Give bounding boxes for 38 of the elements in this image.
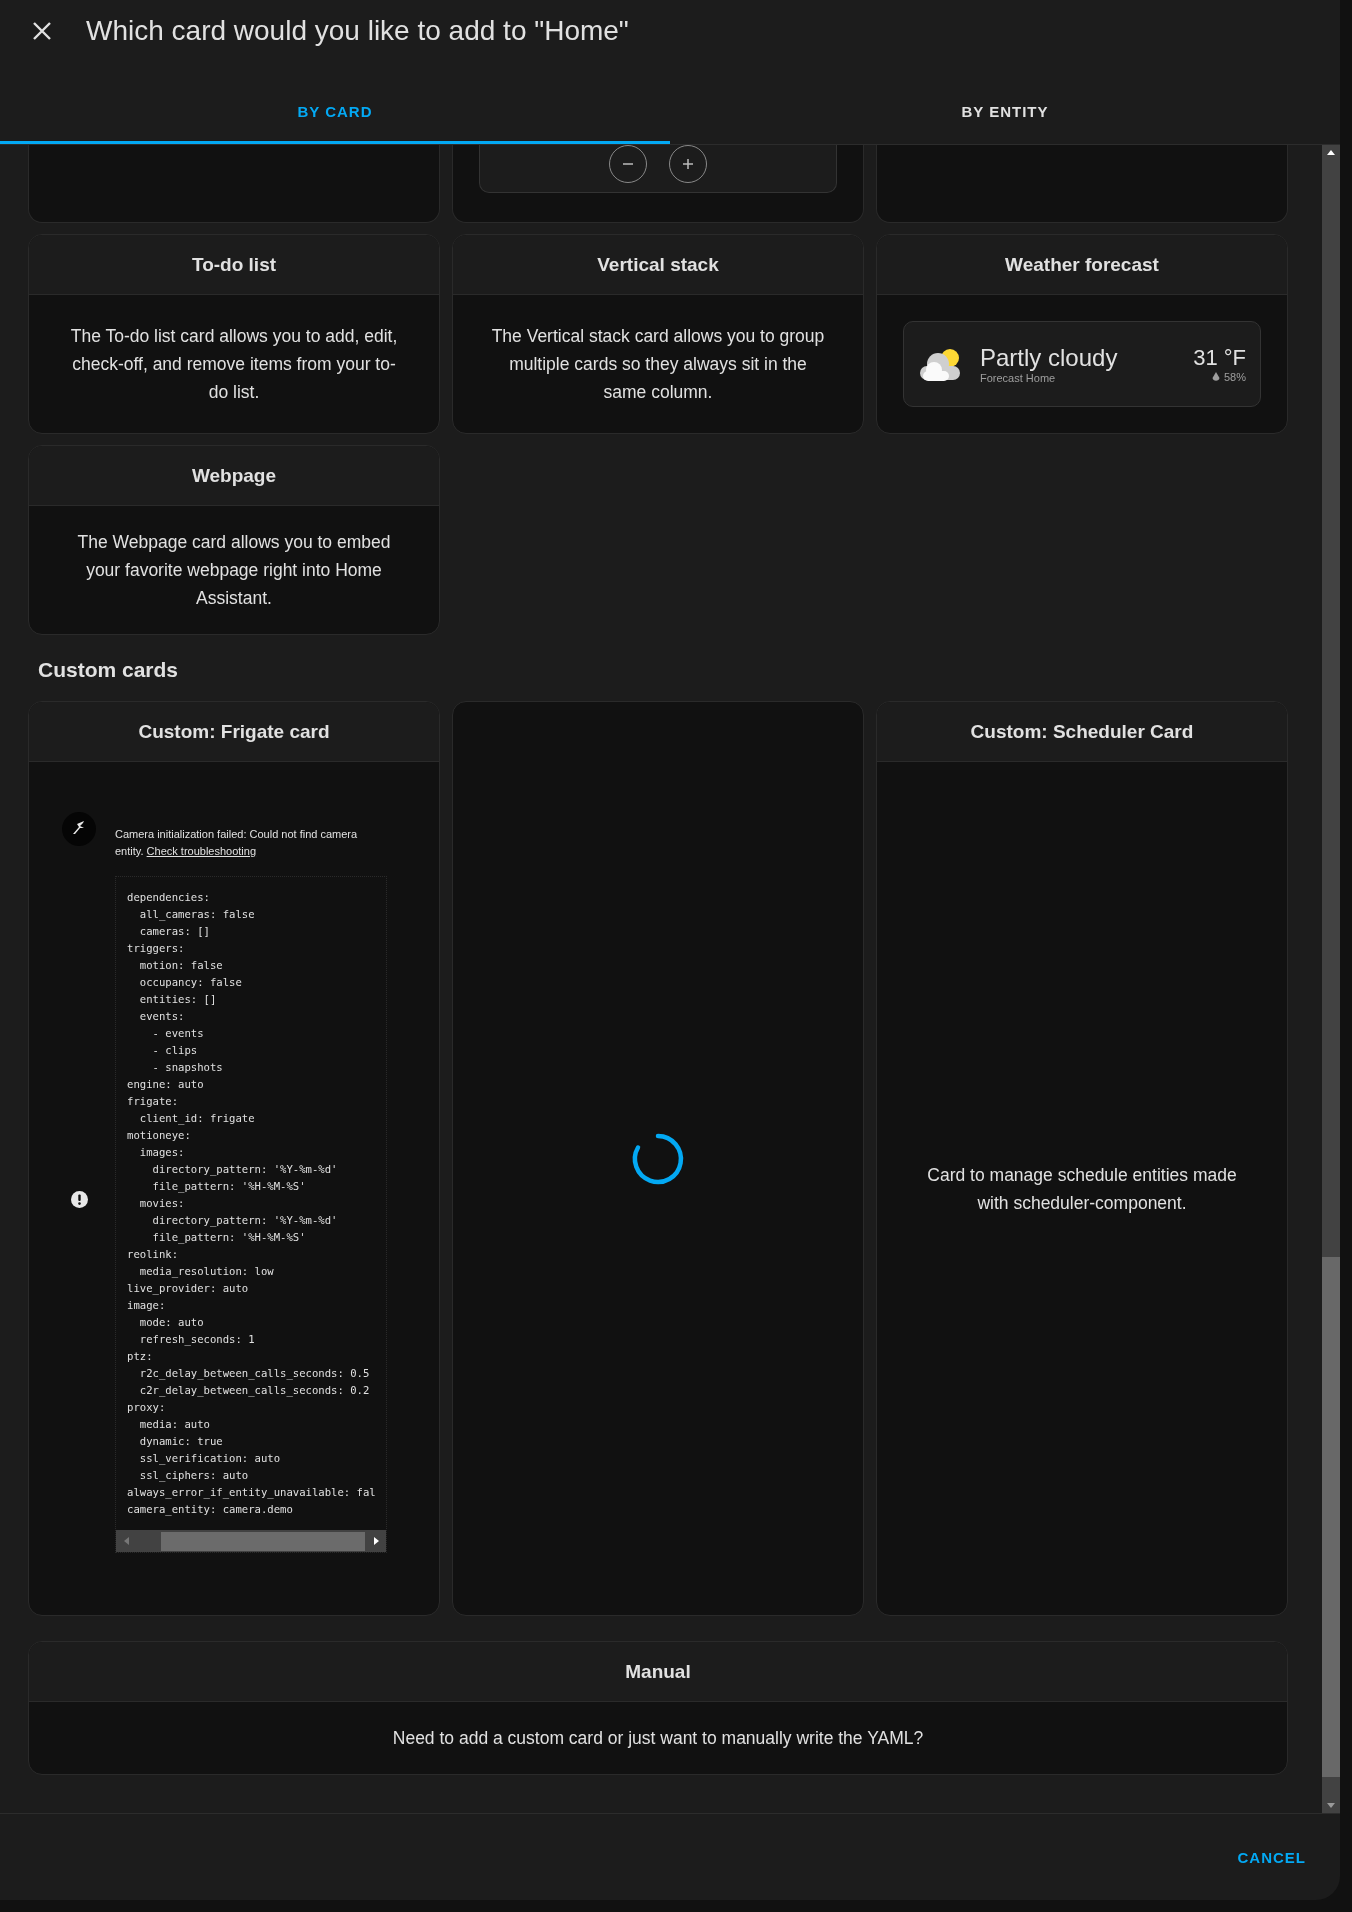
card-option[interactable]: To-do list The To-do list card allows you to add, edit, check-off, and remove items from your to-do list. [28,234,440,434]
weather-condition: Partly cloudy [980,344,1119,372]
card-title: Webpage [29,446,439,506]
card-title: Manual [29,1642,1287,1702]
card-option[interactable]: Vertical stack The Vertical stack card allows you to group multiple cards so they always sit in the same column. [452,234,864,434]
section-heading: Custom cards [38,658,180,682]
card-description: The To-do list card allows you to add, edit, check-off, and remove items from your to-do list. [69,325,399,404]
card-title: Custom: Scheduler Card [877,702,1287,762]
droplet-icon [1211,371,1220,383]
card-description: Need to add a custom card or just want to manually write the YAML? [391,1727,925,1750]
card-option[interactable]: Custom: Scheduler Card Card to manage schedule entities made with scheduler-component. [876,701,1288,1616]
card-title: Weather forecast [877,235,1287,295]
troubleshooting-link[interactable]: Check troubleshooting [146,845,257,857]
config-code: dependencies: all_cameras: false cameras: [] triggers: motion: false occupancy: false entities: [] events: - events - clips - snapshots engine: auto frigate: client_id: frigate motioneye: images: directory_pattern: '%Y-%m-%d' file_pattern: '%H-%M-%S' movies: directory_pattern: '%Y-%m-%d' file_pattern: '%H-%M-%S' reolink: media_resolution: low live_provider: auto image: mode: auto refresh_seconds: 1 ptz: r2c_delay_between_calls_seconds: 0.5 c2r_delay_between_calls_seconds: 0.2 proxy: media: auto dynamic: true ssl_verification: auto ssl_ciphers: auto always_error_if_entity_unavailable: fal camera_entity: camera.demo [126,890,377,1518]
card-option[interactable]: Webpage The Webpage card allows you to embed your favorite webpage right into Home Assistant. [28,445,440,635]
temperature: 31 °F [1193,345,1246,371]
card-option[interactable] [28,701,440,1616]
cancel-button[interactable]: CANCEL [1225,1838,1318,1876]
card-description: Card to manage schedule entities made with scheduler-component. [926,1163,1238,1215]
close-icon [32,21,52,41]
horizontal-scrollbar[interactable] [116,1530,386,1552]
card-title: Custom: Frigate card [29,702,439,762]
partly-cloudy-icon [918,346,962,382]
error-icon [70,1191,88,1208]
error-message: Camera initialization failed: Could not find camera entity. Check troubleshooting [115,827,359,859]
tab[interactable]: BY ENTITY [670,62,1340,144]
card-title: Vertical stack [453,235,863,295]
card-description: The Vertical stack card allows you to group multiple cards so they always sit in the same column. [490,325,826,404]
humidity: 58% [1223,371,1246,383]
card-description: The Webpage card allows you to embed your favorite webpage right into Home Assistant. [76,531,392,610]
weather-location: Forecast Home [980,372,1057,384]
card-title: To-do list [29,235,439,295]
card-option[interactable]: Weather forecast Partly cloudy Forecast Home 31 °F 58% [876,234,1288,434]
bird-logo-icon [62,812,96,846]
card-option[interactable]: Manual Need to add a custom card or just want to manually write the YAML? [28,1641,1288,1775]
dialog-title: Which card would you like to add to "Home" [86,15,629,47]
plus-icon [681,157,695,171]
vertical-scrollbar[interactable] [1322,145,1340,1813]
